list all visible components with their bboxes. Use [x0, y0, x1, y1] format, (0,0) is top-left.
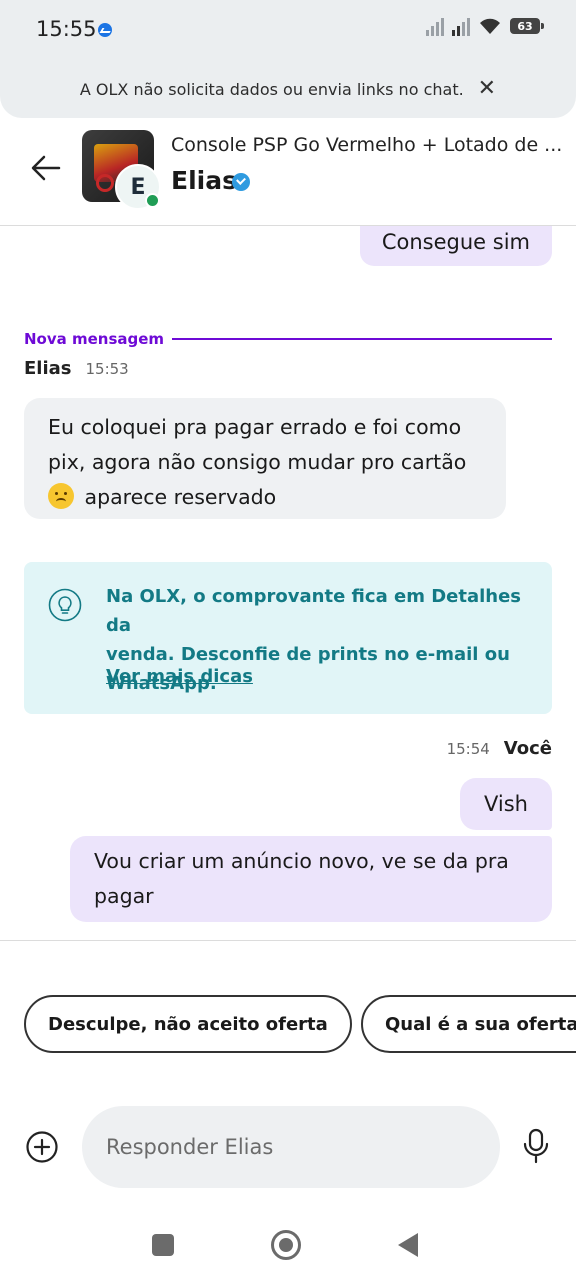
system-back-button[interactable] — [398, 1233, 418, 1257]
sender-name: Você — [503, 738, 552, 759]
online-status-dot — [145, 193, 160, 208]
close-icon[interactable]: ✕ — [478, 78, 496, 100]
message-line: pagar — [94, 884, 154, 908]
divider-line — [172, 338, 552, 340]
wifi-icon — [480, 18, 500, 34]
messenger-icon — [98, 23, 112, 37]
message-timestamp: 15:54 — [446, 740, 490, 758]
battery-icon: 63 — [510, 18, 544, 34]
status-icons: 63 — [426, 16, 544, 36]
recent-apps-button[interactable] — [152, 1234, 174, 1256]
tip-line: venda. Desconfie de prints no e-mail ou — [106, 644, 510, 665]
safety-tip-card: Na OLX, o comprovante fica em Detalhes d… — [24, 562, 552, 714]
message-composer — [0, 1100, 576, 1200]
microphone-icon[interactable] — [522, 1128, 550, 1164]
verified-badge-icon — [232, 173, 250, 191]
message-list[interactable]: Consegue sim Nova mensagem Elias 15:53 E… — [0, 226, 576, 940]
outgoing-message-bubble[interactable]: Vou criar um anúncio novo, ve se da pra … — [70, 836, 552, 922]
outgoing-message-bubble[interactable]: Vish — [460, 778, 552, 830]
lightbulb-icon — [48, 588, 82, 622]
contact-name[interactable]: Elias — [171, 166, 237, 195]
quick-reply-chip[interactable]: Desculpe, não aceito oferta — [24, 995, 352, 1053]
message-timestamp: 15:53 — [85, 360, 129, 378]
message-line: Vou criar um anúncio novo, ve se da pra — [94, 849, 509, 873]
crying-face-emoji-icon — [48, 483, 74, 509]
safety-notice: A OLX não solicita dados ou envia links … — [0, 60, 576, 118]
home-button[interactable] — [271, 1230, 301, 1260]
message-line: pix, agora não consigo mudar pro cartão — [48, 450, 467, 474]
outgoing-message-bubble[interactable]: Consegue sim — [359, 226, 552, 266]
status-time: 15:55 — [36, 17, 97, 41]
battery-level: 63 — [517, 19, 533, 33]
incoming-message-bubble[interactable]: Eu coloquei pra pagar errado e foi como … — [24, 398, 506, 519]
listing-title[interactable]: Console PSP Go Vermelho + Lotado de ... — [171, 134, 562, 156]
message-line: Eu coloquei pra pagar errado e foi como — [48, 415, 462, 439]
add-circle-icon[interactable] — [25, 1130, 59, 1164]
new-message-label: Nova mensagem — [24, 330, 165, 348]
tip-line: Na OLX, o comprovante fica em Detalhes d… — [106, 586, 522, 636]
incoming-sender-row: Elias 15:53 — [24, 358, 129, 379]
sender-name: Elias — [24, 358, 72, 379]
signal-off-icon — [426, 16, 444, 36]
more-tips-link[interactable]: Ver mais dicas — [106, 666, 253, 687]
back-button[interactable] — [26, 148, 66, 188]
arrow-left-icon — [31, 155, 61, 181]
notice-text: A OLX não solicita dados ou envia links … — [79, 79, 464, 99]
status-bar: 15:55 63 — [0, 0, 576, 60]
quick-reply-chip[interactable]: Qual é a sua oferta? — [361, 995, 576, 1053]
new-message-divider: Nova mensagem — [24, 330, 552, 348]
chat-header: E Console PSP Go Vermelho + Lotado de ..… — [0, 118, 576, 226]
quick-replies: Desculpe, não aceito oferta Qual é a sua… — [0, 940, 576, 1100]
outgoing-sender-row: 15:54 Você — [447, 738, 552, 759]
signal-icon — [452, 16, 470, 36]
system-navigation-bar — [0, 1210, 576, 1280]
reply-input[interactable] — [82, 1106, 500, 1188]
message-line: aparece reservado — [84, 485, 277, 509]
